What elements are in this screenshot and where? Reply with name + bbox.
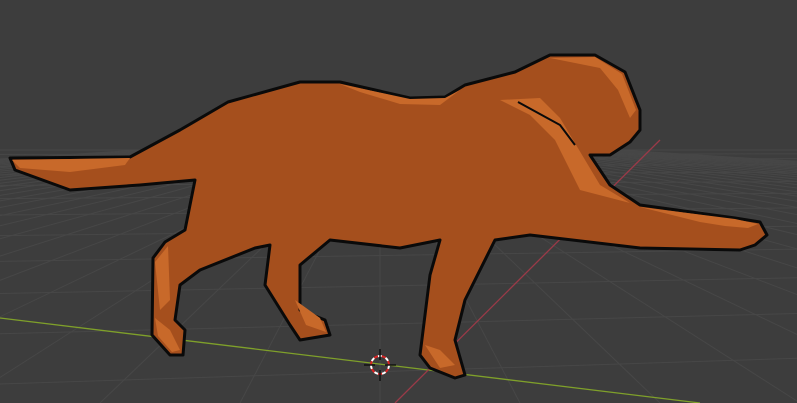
grid-line — [0, 313, 797, 335]
viewport-canvas[interactable] — [0, 0, 797, 403]
grid-line — [0, 248, 797, 262]
3d-viewport[interactable] — [0, 0, 797, 403]
x-axis-line — [0, 317, 701, 403]
grid-line — [0, 357, 797, 385]
grid-line — [0, 277, 797, 295]
